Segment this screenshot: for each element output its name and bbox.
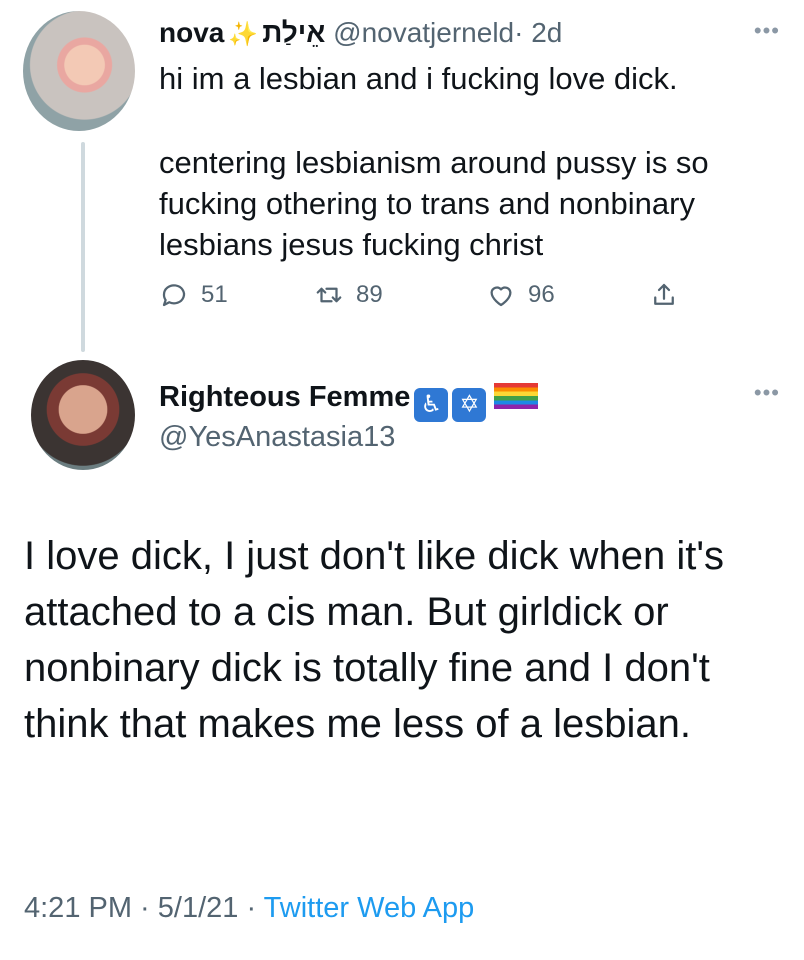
timestamp[interactable]: · 2d: [514, 17, 562, 48]
sparkle-icon: ✨: [228, 21, 259, 48]
thread-line: [81, 142, 85, 352]
handle[interactable]: @YesAnastasia13: [159, 421, 395, 454]
more-options-icon[interactable]: •••: [754, 380, 780, 406]
reply-icon: [162, 284, 186, 307]
reply-button[interactable]: 51: [159, 280, 228, 310]
like-button[interactable]: 96: [486, 280, 555, 310]
tweet1-header: nova ✨ אֵילַת @novatjerneld· 2d: [159, 16, 562, 52]
retweet-icon: [316, 287, 342, 303]
display-name-hebrew[interactable]: אֵילַת: [262, 17, 325, 48]
handle[interactable]: @novatjerneld: [333, 17, 514, 48]
display-name[interactable]: nova: [159, 17, 224, 48]
avatar[interactable]: [31, 360, 135, 470]
timestamp[interactable]: 4:21 PM · 5/1/21 ·: [24, 892, 264, 924]
avatar[interactable]: [23, 11, 135, 131]
share-button[interactable]: [649, 280, 691, 310]
display-name[interactable]: Righteous Femme: [159, 381, 410, 413]
tweet-text-body: centering lesbianism around pussy is so …: [159, 145, 709, 262]
retweet-count: 89: [356, 281, 383, 308]
star-of-david-icon: ✡: [452, 388, 487, 422]
tweet-text-line: hi im a lesbian and i fucking love dick.: [159, 61, 678, 96]
rainbow-flag-icon: [494, 383, 539, 409]
wheelchair-icon: ♿: [414, 388, 449, 422]
tweet-footer: 4:21 PM · 5/1/21 · Twitter Web App: [24, 892, 474, 925]
more-options-icon[interactable]: •••: [754, 18, 780, 44]
tweet2-header: Righteous Femme ♿ ✡: [159, 380, 539, 422]
tweet-text: I love dick, I just don't like dick when…: [24, 534, 725, 746]
heart-icon: [490, 286, 512, 307]
share-icon: [654, 283, 674, 305]
reply-count: 51: [201, 281, 228, 308]
retweet-button[interactable]: 89: [314, 280, 383, 310]
source-app-link[interactable]: Twitter Web App: [264, 892, 475, 924]
like-count: 96: [528, 281, 555, 308]
